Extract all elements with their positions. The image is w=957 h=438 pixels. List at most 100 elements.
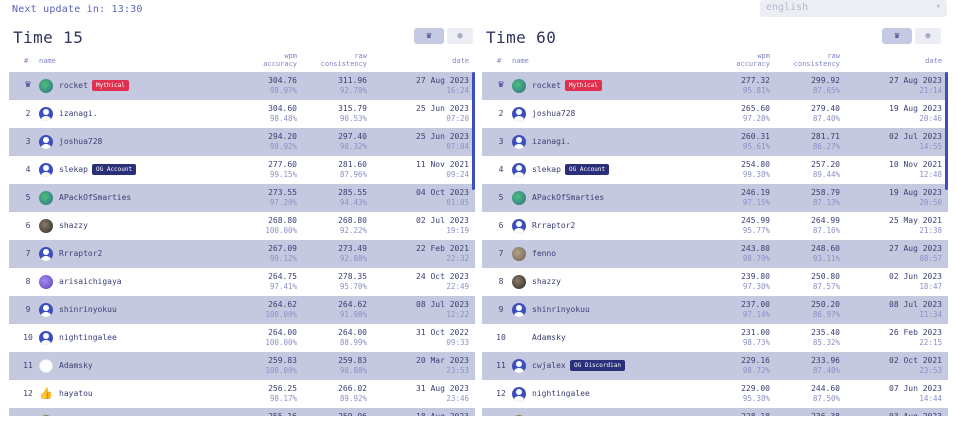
accuracy-value: 97.41% bbox=[269, 282, 297, 291]
row-rank: 8 bbox=[25, 277, 31, 286]
table-row[interactable]: 8 arisaichigaya 264.75 97.41% 278.35 95.70% 24… bbox=[9, 268, 475, 296]
table-row[interactable]: 11 Adamsky 259.83 100.00% 259.83 90.88% 20 Mar… bbox=[9, 352, 475, 380]
raw-value: 244.60 bbox=[811, 384, 840, 393]
avatar[interactable] bbox=[512, 415, 526, 416]
all-time-toggle-button[interactable]: ♛ bbox=[882, 28, 912, 44]
friends-toggle-button[interactable]: ● bbox=[915, 28, 941, 44]
time-value: 01:05 bbox=[446, 198, 469, 207]
avatar[interactable] bbox=[39, 359, 53, 373]
table-row[interactable]: 8 shazzy 239.80 97.30% 250.80 87.57% 02 Jun 20… bbox=[482, 268, 948, 296]
table-row[interactable]: 12 nightingalee 229.00 95.38% 244.60 87.50% 07… bbox=[482, 380, 948, 408]
crown-icon: ♛ bbox=[894, 31, 900, 41]
date-value: 03 Aug 2023 bbox=[889, 412, 942, 416]
avatar[interactable] bbox=[39, 79, 53, 93]
user-name-link[interactable]: rocket bbox=[59, 81, 88, 90]
table-row[interactable]: 5 APackOfSmarties 273.55 97.20% 285.55 94.43%… bbox=[9, 184, 475, 212]
user-name-link[interactable]: slekap bbox=[59, 165, 88, 174]
table-row[interactable]: 6 Rrraptor2 245.99 95.77% 264.99 87.16% 25 May… bbox=[482, 212, 948, 240]
user-name-link[interactable]: slekap bbox=[532, 165, 561, 174]
user-name-link[interactable]: joshua728 bbox=[532, 109, 575, 118]
table-row[interactable]: 2 joshua728 265.60 97.28% 279.40 87.40% 19 Aug… bbox=[482, 100, 948, 128]
time-value: 08:57 bbox=[919, 254, 942, 263]
table-row[interactable]: 10 Adamsky 231.00 98.73% 235.40 85.32% 26 Feb … bbox=[482, 324, 948, 352]
avatar[interactable] bbox=[39, 247, 53, 261]
user-name-link[interactable]: rocket bbox=[532, 81, 561, 90]
avatar[interactable] bbox=[39, 135, 53, 149]
table-row[interactable]: 3 joshua728 294.20 98.92% 297.40 90.32% 25 Jun… bbox=[9, 128, 475, 156]
user-name-link[interactable]: Adamsky bbox=[59, 361, 93, 370]
table-row[interactable]: 9 shinrinyokuu 264.62 100.00% 264.62 91.98% 08… bbox=[9, 296, 475, 324]
avatar[interactable] bbox=[512, 219, 526, 233]
table-row[interactable]: 9 shinrinyokuu 237.00 97.14% 250.20 86.97% 08 … bbox=[482, 296, 948, 324]
table-row[interactable]: 6 shazzy 268.80 100.00% 268.80 92.22% 02 Jul 2… bbox=[9, 212, 475, 240]
user-name-link[interactable]: izanagi. bbox=[59, 109, 98, 118]
user-name-link[interactable]: shazzy bbox=[532, 277, 561, 286]
table-row[interactable]: 5 APackOfSmarties 246.19 97.15% 258.79 87.13%… bbox=[482, 184, 948, 212]
user-name-link[interactable]: Rrraptor2 bbox=[59, 249, 102, 258]
language-select[interactable]: english ▾ bbox=[760, 0, 947, 17]
row-rank: 6 bbox=[25, 221, 31, 230]
avatar[interactable] bbox=[39, 219, 53, 233]
raw-value: 258.79 bbox=[811, 188, 840, 197]
table-row[interactable]: 255.16 259.96 18 Aug 2023 bbox=[9, 408, 475, 416]
user-name-link[interactable]: fenno bbox=[532, 249, 556, 258]
header-name: name bbox=[512, 57, 529, 65]
avatar[interactable] bbox=[39, 107, 53, 121]
user-name-link[interactable]: arisaichigaya bbox=[59, 277, 122, 286]
avatar[interactable] bbox=[512, 191, 526, 205]
user-name-link[interactable]: nightingalee bbox=[532, 389, 590, 398]
user-name-link[interactable]: cwjalex bbox=[532, 361, 566, 370]
avatar[interactable] bbox=[39, 331, 53, 345]
user-name-link[interactable]: Rrraptor2 bbox=[532, 221, 575, 230]
avatar[interactable] bbox=[512, 387, 526, 401]
consistency-value: 88.99% bbox=[339, 338, 367, 347]
table-row[interactable]: ♛ rocket Mythical 277.32 95.81% 299.92 87.65% 2… bbox=[482, 72, 948, 100]
table-row[interactable]: 4 slekap OG Account 277.60 99.15% 281.60 87.96… bbox=[9, 156, 475, 184]
avatar[interactable] bbox=[512, 79, 526, 93]
avatar[interactable] bbox=[512, 135, 526, 149]
row-rank: 3 bbox=[25, 137, 31, 146]
avatar[interactable] bbox=[39, 303, 53, 317]
avatar[interactable] bbox=[512, 107, 526, 121]
avatar[interactable] bbox=[39, 415, 53, 416]
avatar[interactable] bbox=[39, 275, 53, 289]
table-row[interactable]: 3 izanagi. 260.31 95.61% 281.71 86.27% 02 Jul … bbox=[482, 128, 948, 156]
row-rank: 8 bbox=[498, 277, 504, 286]
table-row[interactable]: 10 nightingalee 264.00 100.00% 264.00 88.99% 3… bbox=[9, 324, 475, 352]
table-row[interactable]: 7 Rrraptor2 267.09 99.12% 273.49 92.88% 22 Feb… bbox=[9, 240, 475, 268]
user-name-link[interactable]: joshua728 bbox=[59, 137, 102, 146]
avatar[interactable] bbox=[512, 163, 526, 177]
accuracy-value: 98.17% bbox=[269, 394, 297, 403]
table-row[interactable]: 11 cwjalex OG Discordian 229.16 98.72% 233.96… bbox=[482, 352, 948, 380]
table-row[interactable]: ♛ rocket Mythical 304.76 98.97% 311.96 92.70% 2… bbox=[9, 72, 475, 100]
table-row[interactable]: 12 hayatou 256.2598.17% 266.0289.92% 31 Aug … bbox=[9, 380, 475, 408]
user-name-link[interactable]: APackOfSmarties bbox=[532, 193, 604, 202]
user-name-link[interactable]: APackOfSmarties bbox=[59, 193, 131, 202]
board-title: Time 15 bbox=[13, 28, 84, 47]
raw-value: 250.80 bbox=[811, 272, 840, 281]
user-name-link[interactable]: shinrinyokuu bbox=[59, 305, 117, 314]
scrollbar[interactable] bbox=[945, 72, 948, 190]
scrollbar[interactable] bbox=[472, 72, 475, 190]
avatar[interactable] bbox=[39, 387, 53, 401]
avatar[interactable] bbox=[39, 191, 53, 205]
table-row[interactable]: 2 izanagi. 304.60 98.48% 315.79 90.53% 25 Jun … bbox=[9, 100, 475, 128]
avatar[interactable] bbox=[512, 247, 526, 261]
avatar[interactable] bbox=[512, 275, 526, 289]
all-time-toggle-button[interactable]: ♛ bbox=[414, 28, 444, 44]
avatar[interactable] bbox=[512, 359, 526, 373]
consistency-value: 92.70% bbox=[339, 86, 367, 95]
user-name-link[interactable]: nightingalee bbox=[59, 333, 117, 342]
user-name-link[interactable]: hayatou bbox=[59, 389, 93, 398]
user-name-link[interactable]: shazzy bbox=[59, 221, 88, 230]
friends-toggle-button[interactable]: ● bbox=[447, 28, 473, 44]
user-name-link[interactable]: shinrinyokuu bbox=[532, 305, 590, 314]
table-row[interactable]: 4 slekap OG Account 254.80 99.38% 257.20 89.44… bbox=[482, 156, 948, 184]
user-name-link[interactable]: izanagi. bbox=[532, 137, 571, 146]
avatar[interactable] bbox=[512, 303, 526, 317]
table-row[interactable]: 228.18 236.38 03 Aug 2023 bbox=[482, 408, 948, 416]
table-row[interactable]: 7 fenno 243.80 98.79% 248.60 93.11% 27 Aug 202… bbox=[482, 240, 948, 268]
avatar[interactable] bbox=[39, 163, 53, 177]
user-name-link[interactable]: Adamsky bbox=[532, 333, 566, 342]
consistency-value: 95.70% bbox=[339, 282, 367, 291]
